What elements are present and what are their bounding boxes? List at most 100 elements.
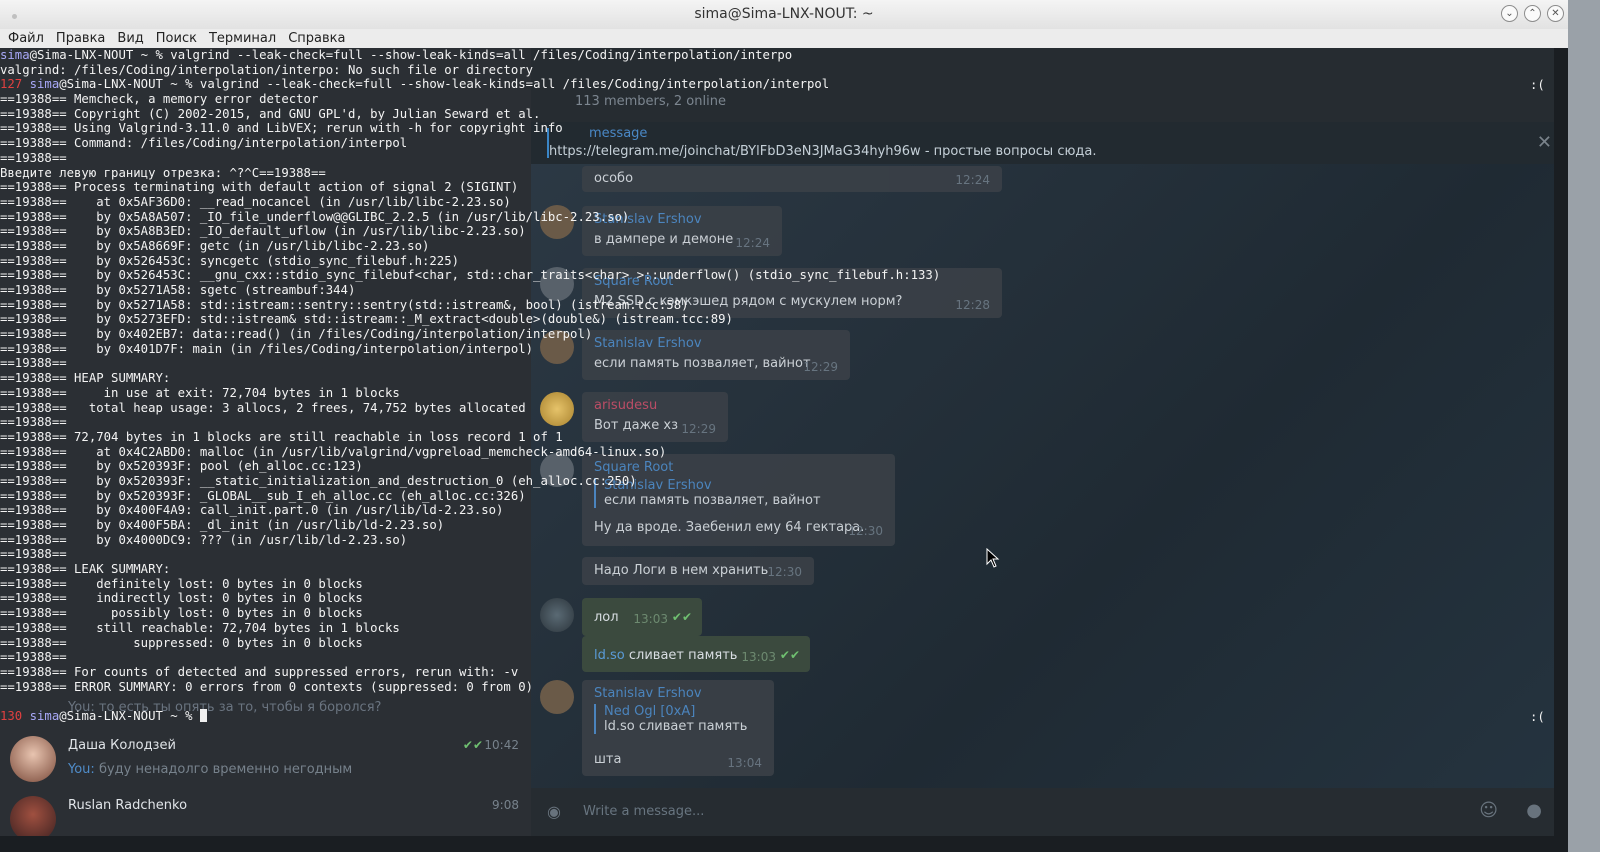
- line-text: ==19388== definitely lost: 0 bytes in 0 …: [0, 576, 363, 591]
- line-text: ==19388== by 0x4000DC9: ??? (in /usr/lib…: [0, 532, 408, 547]
- terminal-line: ==19388== at 0x4C2ABD0: malloc (in /usr/…: [0, 445, 1568, 460]
- line-text: ==19388== at 0x5AF36D0: __read_nocancel …: [0, 194, 511, 209]
- line-text: ==19388== 72,704 bytes in 1 blocks are s…: [0, 429, 563, 444]
- terminal-line: ==19388== Copyright (C) 2002-2015, and G…: [0, 107, 1568, 122]
- mouse-pointer-icon: [986, 548, 1000, 568]
- line-text: ==19388== For counts of detected and sup…: [0, 664, 519, 679]
- menu-search[interactable]: Поиск: [148, 29, 201, 48]
- line-text: ==19388== Memcheck, a memory error detec…: [0, 92, 319, 107]
- line-text: ==19388== possibly lost: 0 bytes in 0 bl…: [0, 606, 363, 621]
- line-text: ==19388== by 0x5A8B3ED: _IO_default_uflo…: [0, 224, 526, 239]
- terminal-line: ==19388== by 0x526453C: __gnu_cxx::stdio…: [0, 268, 1568, 283]
- prompt-user: sima: [0, 48, 30, 62]
- terminal-line: ==19388== ERROR SUMMARY: 0 errors from 0…: [0, 680, 1568, 695]
- terminal-line: ==19388== LEAK SUMMARY:: [0, 562, 1568, 577]
- terminal-line: Введите левую границу отрезка: ^?^C==193…: [0, 166, 1568, 181]
- terminal-line: valgrind: /files/Coding/interpolation/in…: [0, 63, 1568, 78]
- line-text: ==19388== LEAK SUMMARY:: [0, 562, 171, 577]
- line-text: ==19388== indirectly lost: 0 bytes in 0 …: [0, 591, 363, 606]
- terminal-output[interactable]: sima@Sima-LNX-NOUT ~ % valgrind --leak-c…: [0, 48, 1568, 836]
- line-text: ==19388== by 0x526453C: syncgetc (stdio_…: [0, 253, 460, 268]
- line-text: ==19388==: [0, 356, 67, 371]
- menu-file[interactable]: Файл: [0, 29, 48, 48]
- line-text: ==19388== by 0x520393F: __static_initial…: [0, 473, 637, 488]
- line-text: ==19388== HEAP SUMMARY:: [0, 371, 171, 386]
- line-text: ==19388== by 0x400F5BA: _dl_init (in /us…: [0, 518, 445, 532]
- line-text: ==19388== by 0x5A8669F: getc (in /usr/li…: [0, 238, 430, 253]
- line-text: ==19388== by 0x5273EFD: std::istream& st…: [0, 312, 733, 327]
- right-prompt: :(: [1530, 78, 1545, 92]
- line-text: ==19388== still reachable: 72,704 bytes …: [0, 620, 400, 635]
- line-text: @Sima-LNX-NOUT ~ %: [59, 708, 200, 723]
- line-text: ==19388== by 0x401D7F: main (in /files/C…: [0, 341, 534, 356]
- terminal-line: ==19388== at 0x5AF36D0: __read_nocancel …: [0, 195, 1568, 210]
- terminal-line: ==19388== by 0x5271A58: std::istream::se…: [0, 298, 1568, 313]
- terminal-line: ==19388== by 0x520393F: __static_initial…: [0, 474, 1568, 489]
- line-text: ==19388== in use at exit: 72,704 bytes i…: [0, 385, 400, 400]
- menu-edit[interactable]: Правка: [48, 29, 109, 48]
- title-bar[interactable]: sima@Sima-LNX-NOUT: ~ ⌄ ⌃ ✕: [0, 0, 1568, 30]
- terminal-line: ==19388== by 0x402EB7: data::read() (in …: [0, 327, 1568, 342]
- terminal-line: ==19388== 72,704 bytes in 1 blocks are s…: [0, 430, 1568, 445]
- terminal-line: sima@Sima-LNX-NOUT ~ % valgrind --leak-c…: [0, 48, 1568, 63]
- terminal-line: ==19388== by 0x400F5BA: _dl_init (in /us…: [0, 518, 1568, 533]
- minimize-button[interactable]: ⌄: [1501, 5, 1518, 22]
- terminal-area[interactable]: You: то есть ты опять за то, чтобы я бор…: [0, 48, 1568, 836]
- line-text: ==19388== by 0x5271A58: std::istream::se…: [0, 297, 689, 312]
- scrollbar[interactable]: [1554, 48, 1568, 836]
- line-text: ==19388== at 0x4C2ABD0: malloc (in /usr/…: [0, 444, 667, 459]
- terminal-line: ==19388==: [0, 356, 1568, 371]
- window-title: sima@Sima-LNX-NOUT: ~: [694, 6, 874, 22]
- terminal-line: ==19388== HEAP SUMMARY:: [0, 371, 1568, 386]
- terminal-line: ==19388== by 0x520393F: pool (eh_alloc.c…: [0, 459, 1568, 474]
- terminal-line: ==19388== Using Valgrind-3.11.0 and LibV…: [0, 121, 1568, 136]
- line-text: ==19388== by 0x5A8A507: _IO_file_underfl…: [0, 209, 630, 224]
- terminal-line: ==19388== definitely lost: 0 bytes in 0 …: [0, 577, 1568, 592]
- terminal-line: ==19388== suppressed: 0 bytes in 0 block…: [0, 636, 1568, 651]
- terminal-line: ==19388== by 0x520393F: _GLOBAL__sub_I_e…: [0, 489, 1568, 504]
- terminal-line: ==19388==: [0, 151, 1568, 166]
- line-text: ==19388== Using Valgrind-3.11.0 and LibV…: [0, 121, 563, 136]
- terminal-line: ==19388== total heap usage: 3 allocs, 2 …: [0, 401, 1568, 416]
- line-text: ==19388== Command: /files/Coding/interpo…: [0, 136, 408, 151]
- terminal-window: sima@Sima-LNX-NOUT: ~ ⌄ ⌃ ✕ Файл Правка …: [0, 0, 1568, 852]
- exit-code: 127: [0, 77, 30, 92]
- prompt-user: sima: [29, 77, 60, 92]
- terminal-line: ==19388== by 0x5273EFD: std::istream& st…: [0, 312, 1568, 327]
- desktop-edge: [1568, 0, 1600, 852]
- menu-bar: Файл Правка Вид Поиск Терминал Справка: [0, 29, 1568, 49]
- right-prompt: :(: [1530, 710, 1545, 724]
- text-cursor: [199, 708, 207, 722]
- terminal-line: ==19388== by 0x401D7F: main (in /files/C…: [0, 342, 1568, 357]
- line-text: ==19388== by 0x520393F: pool (eh_alloc.c…: [0, 459, 363, 474]
- exit-code: 130: [0, 708, 30, 723]
- window-bottom: [0, 836, 1568, 852]
- terminal-line: ==19388== still reachable: 72,704 bytes …: [0, 621, 1568, 636]
- terminal-line: ==19388== by 0x5A8B3ED: _IO_default_uflo…: [0, 224, 1568, 239]
- terminal-line: ==19388==: [0, 547, 1568, 562]
- line-text: ==19388== by 0x400F4A9: call_init.part.0…: [0, 503, 504, 518]
- terminal-line: ==19388== For counts of detected and sup…: [0, 665, 1568, 680]
- menu-help[interactable]: Справка: [280, 29, 349, 48]
- menu-terminal[interactable]: Терминал: [201, 29, 280, 48]
- terminal-line: ==19388==: [0, 415, 1568, 430]
- menu-view[interactable]: Вид: [109, 29, 147, 48]
- line-text: ==19388==: [0, 547, 67, 562]
- line-text: ==19388==: [0, 650, 67, 665]
- line-text: ==19388==: [0, 415, 67, 430]
- terminal-line: ==19388== Command: /files/Coding/interpo…: [0, 136, 1568, 151]
- line-text: ==19388== Process terminating with defau…: [0, 180, 519, 195]
- terminal-line: 127 sima@Sima-LNX-NOUT ~ % valgrind --le…: [0, 77, 1568, 92]
- line-text: @Sima-LNX-NOUT ~ % valgrind --leak-check…: [59, 77, 830, 92]
- line-text: ==19388== by 0x402EB7: data::read() (in …: [0, 327, 593, 342]
- line-text: ==19388== by 0x520393F: _GLOBAL__sub_I_e…: [0, 488, 526, 503]
- line-text: ==19388== total heap usage: 3 allocs, 2 …: [0, 400, 526, 415]
- line-text: @Sima-LNX-NOUT ~ % valgrind --leak-check…: [29, 48, 793, 62]
- maximize-button[interactable]: ⌃: [1524, 5, 1541, 22]
- line-text: Введите левую границу отрезка: ^?^C==193…: [0, 165, 326, 180]
- close-button[interactable]: ✕: [1547, 5, 1564, 22]
- terminal-line: ==19388== by 0x526453C: syncgetc (stdio_…: [0, 254, 1568, 269]
- terminal-line: ==19388== possibly lost: 0 bytes in 0 bl…: [0, 606, 1568, 621]
- terminal-line: ==19388== by 0x4000DC9: ??? (in /usr/lib…: [0, 533, 1568, 548]
